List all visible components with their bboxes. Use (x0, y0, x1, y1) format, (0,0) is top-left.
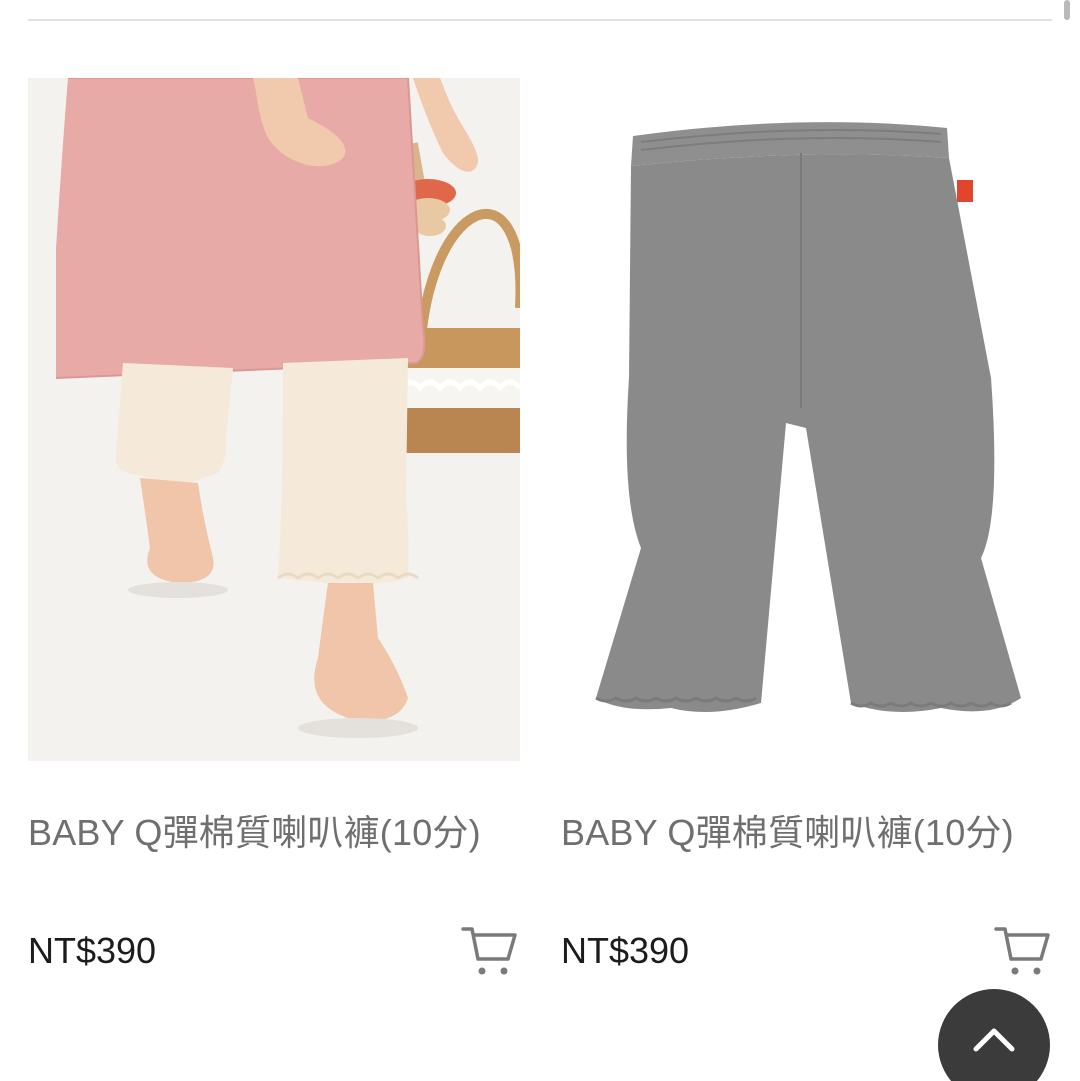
cart-icon (994, 927, 1050, 975)
product-card[interactable]: BABY Q彈棉質喇叭褲(10分) NT$390 (28, 78, 520, 979)
price-row: NT$390 (561, 923, 1053, 979)
product-card[interactable]: BABY Q彈棉質喇叭褲(10分) NT$390 (561, 78, 1053, 979)
product-image[interactable] (561, 78, 1053, 761)
product-price: NT$390 (561, 930, 690, 971)
product-name[interactable]: BABY Q彈棉質喇叭褲(10分) (561, 811, 1053, 855)
add-to-cart-button[interactable] (460, 923, 520, 979)
cart-icon (461, 927, 517, 975)
product-listing-page: BABY Q彈棉質喇叭褲(10分) NT$390 BABY Q彈棉質喇叭褲(10… (0, 0, 1080, 1081)
product-price: NT$390 (28, 930, 157, 971)
product-name[interactable]: BABY Q彈棉質喇叭褲(10分) (28, 811, 520, 855)
top-divider (28, 19, 1052, 21)
add-to-cart-button[interactable] (993, 923, 1053, 979)
scrollbar[interactable] (1064, 0, 1070, 20)
product-image[interactable] (28, 78, 520, 761)
price-row: NT$390 (28, 923, 520, 979)
back-to-top-button[interactable] (938, 989, 1050, 1081)
chevron-up-icon (973, 1028, 1015, 1052)
